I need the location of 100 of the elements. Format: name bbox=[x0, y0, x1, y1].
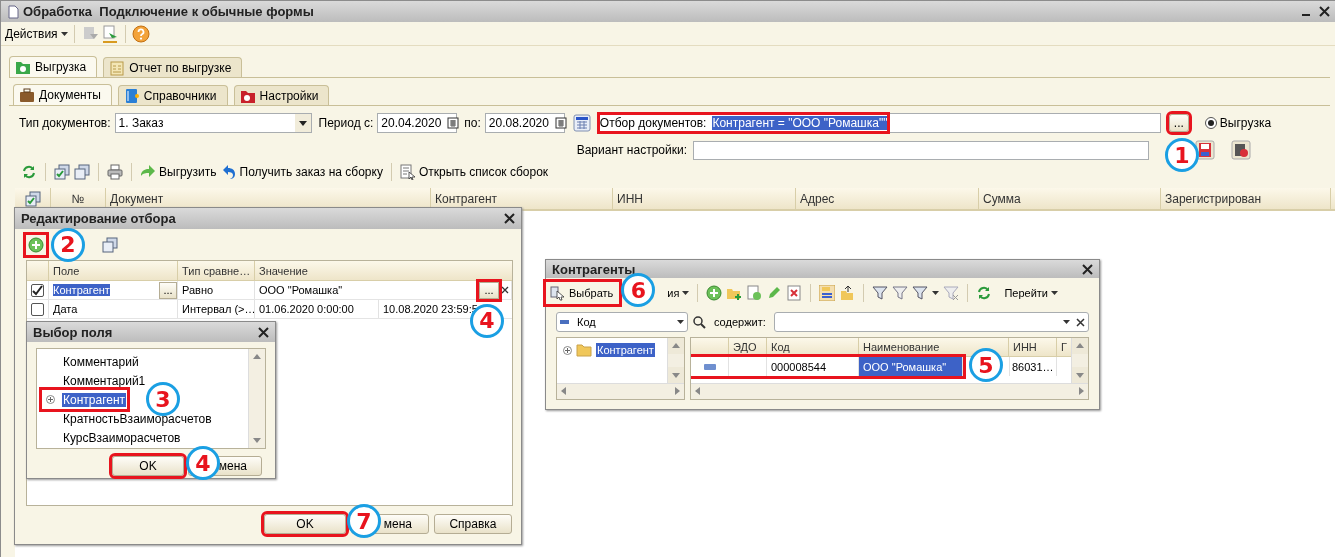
help-icon[interactable] bbox=[131, 24, 150, 43]
column-header[interactable]: Значение bbox=[255, 261, 512, 280]
date-field[interactable]: 20.08.2020 bbox=[484, 113, 565, 133]
scroll-up-icon[interactable] bbox=[1072, 338, 1088, 354]
table-cell: ООО "Ромашка" bbox=[259, 284, 343, 296]
search-field-dropdown[interactable]: Код bbox=[556, 312, 688, 332]
scroll-up-icon[interactable] bbox=[668, 338, 684, 354]
calendar-icon[interactable] bbox=[554, 117, 567, 129]
tree-item[interactable]: Контрагент bbox=[596, 343, 655, 357]
ok-button[interactable]: OK bbox=[264, 514, 346, 534]
settings-variant-field[interactable] bbox=[693, 140, 1149, 160]
scrollbar[interactable] bbox=[691, 383, 1088, 399]
actions-menu[interactable]: ия bbox=[667, 287, 690, 299]
scrollbar[interactable] bbox=[1071, 338, 1088, 383]
caret-icon bbox=[1063, 320, 1070, 324]
radio-button[interactable] bbox=[1204, 117, 1217, 129]
tab[interactable]: Отчет по выгрузке bbox=[103, 57, 243, 77]
close-icon[interactable] bbox=[504, 213, 515, 224]
filter-icon[interactable] bbox=[912, 285, 929, 301]
tab[interactable]: Документы bbox=[13, 84, 112, 105]
actions-menu[interactable]: Действия bbox=[5, 26, 68, 41]
copy-icon[interactable] bbox=[102, 236, 118, 253]
callout-badge: 5 bbox=[969, 348, 1003, 382]
close-icon[interactable] bbox=[1082, 263, 1093, 275]
column-header[interactable]: Сумма bbox=[979, 188, 1161, 209]
search-field[interactable] bbox=[773, 312, 1089, 332]
tab[interactable]: Настройки bbox=[233, 85, 330, 105]
column-header[interactable]: Поле bbox=[49, 261, 178, 280]
browse-button[interactable]: ... bbox=[159, 281, 177, 299]
clear-filter-icon[interactable] bbox=[943, 285, 960, 301]
select-button[interactable]: Выбрать bbox=[546, 282, 620, 304]
column-header[interactable]: Тип сравне… bbox=[178, 261, 255, 280]
table-cell[interactable]: Контрагент bbox=[53, 284, 110, 296]
scroll-down-icon[interactable] bbox=[1072, 367, 1088, 383]
add-icon[interactable] bbox=[706, 285, 723, 301]
field-label: по: bbox=[464, 116, 481, 130]
tab[interactable]: Выгрузка bbox=[9, 56, 98, 77]
table-cell[interactable]: ООО "Ромашка" bbox=[859, 357, 963, 376]
document-type-dropdown[interactable]: 1. Заказ bbox=[114, 113, 312, 133]
caret-icon bbox=[60, 31, 68, 36]
field-label: Тип документов: bbox=[19, 116, 111, 130]
browse-button[interactable]: ... bbox=[479, 281, 499, 299]
arrow-right-icon bbox=[140, 164, 156, 180]
dialog-title: Выбор поля bbox=[33, 324, 113, 340]
column-header[interactable]: Зарегистрирован bbox=[1161, 188, 1331, 209]
save-icon[interactable] bbox=[1195, 140, 1215, 160]
caret-icon bbox=[1051, 291, 1058, 295]
scrollbar[interactable] bbox=[557, 383, 684, 399]
dialog-title: Редактирование отбора bbox=[21, 211, 176, 226]
column-header[interactable]: ИНН bbox=[613, 188, 796, 209]
column-header[interactable]: ЭДО bbox=[729, 338, 767, 356]
expand-icon[interactable] bbox=[563, 345, 572, 355]
scrollbar[interactable] bbox=[248, 349, 265, 448]
browse-button[interactable]: ... bbox=[1168, 114, 1189, 132]
field-list-item[interactable]: Комментарий bbox=[42, 352, 141, 371]
close-icon[interactable] bbox=[1319, 6, 1330, 17]
toolbar-button[interactable]: Получить заказ на сборку bbox=[220, 164, 383, 180]
clear-icon[interactable] bbox=[501, 286, 509, 294]
checkbox[interactable] bbox=[31, 302, 44, 316]
add-button[interactable] bbox=[26, 234, 46, 255]
column-header[interactable]: Адрес bbox=[796, 188, 979, 209]
field-list-item[interactable]: КурсВзаиморасчетов bbox=[42, 428, 183, 447]
clear-icon[interactable] bbox=[1076, 317, 1085, 327]
scroll-down-icon[interactable] bbox=[668, 367, 684, 383]
ok-button[interactable]: OK bbox=[112, 456, 184, 476]
refresh-icon[interactable] bbox=[21, 164, 37, 180]
date-field[interactable]: 20.04.2020 bbox=[377, 113, 458, 133]
scrollbar[interactable] bbox=[667, 338, 684, 383]
filter-field[interactable]: Отбор документов: Контрагент = "ООО "Ромашка"" bbox=[596, 113, 1161, 133]
copy-icon[interactable] bbox=[74, 164, 90, 180]
column-header[interactable]: ИНН bbox=[1009, 338, 1057, 356]
select-icon[interactable] bbox=[550, 285, 566, 301]
window-title: Обработка Подключение к обычные формы bbox=[23, 4, 314, 19]
delete-icon[interactable] bbox=[1231, 140, 1251, 160]
checkbox[interactable] bbox=[31, 283, 44, 297]
filter-icon[interactable] bbox=[872, 285, 889, 301]
select-all-icon[interactable] bbox=[24, 190, 41, 207]
goto-menu[interactable]: Перейти bbox=[976, 285, 1058, 301]
column-header[interactable]: Г bbox=[1057, 338, 1071, 356]
search-icon[interactable] bbox=[692, 315, 706, 329]
printer-icon[interactable] bbox=[107, 164, 123, 180]
field-list-item[interactable]: Комментарий1 bbox=[42, 371, 148, 390]
toolbar-button[interactable]: Открыть список сборок bbox=[399, 164, 549, 180]
check-all-icon[interactable] bbox=[54, 164, 70, 180]
calendar-button[interactable] bbox=[572, 114, 591, 132]
field-label: содержит: bbox=[714, 316, 766, 328]
help-button[interactable]: Справка bbox=[434, 514, 512, 534]
tab[interactable]: Справочники bbox=[117, 85, 228, 105]
delete-icon[interactable] bbox=[786, 285, 803, 301]
pencil-icon[interactable] bbox=[766, 285, 783, 301]
calendar-icon[interactable] bbox=[447, 117, 460, 129]
export-icon[interactable] bbox=[100, 24, 119, 43]
toolbar-button[interactable]: Выгрузить bbox=[140, 164, 217, 180]
filter-icon[interactable] bbox=[892, 285, 909, 301]
hierarchy-icon[interactable] bbox=[819, 285, 836, 301]
column-header[interactable]: Код bbox=[767, 338, 859, 356]
close-icon[interactable] bbox=[258, 326, 269, 338]
table-cell[interactable]: Дата bbox=[53, 303, 78, 315]
level-up-icon[interactable] bbox=[839, 285, 856, 301]
copy-document-icon[interactable] bbox=[746, 285, 763, 301]
